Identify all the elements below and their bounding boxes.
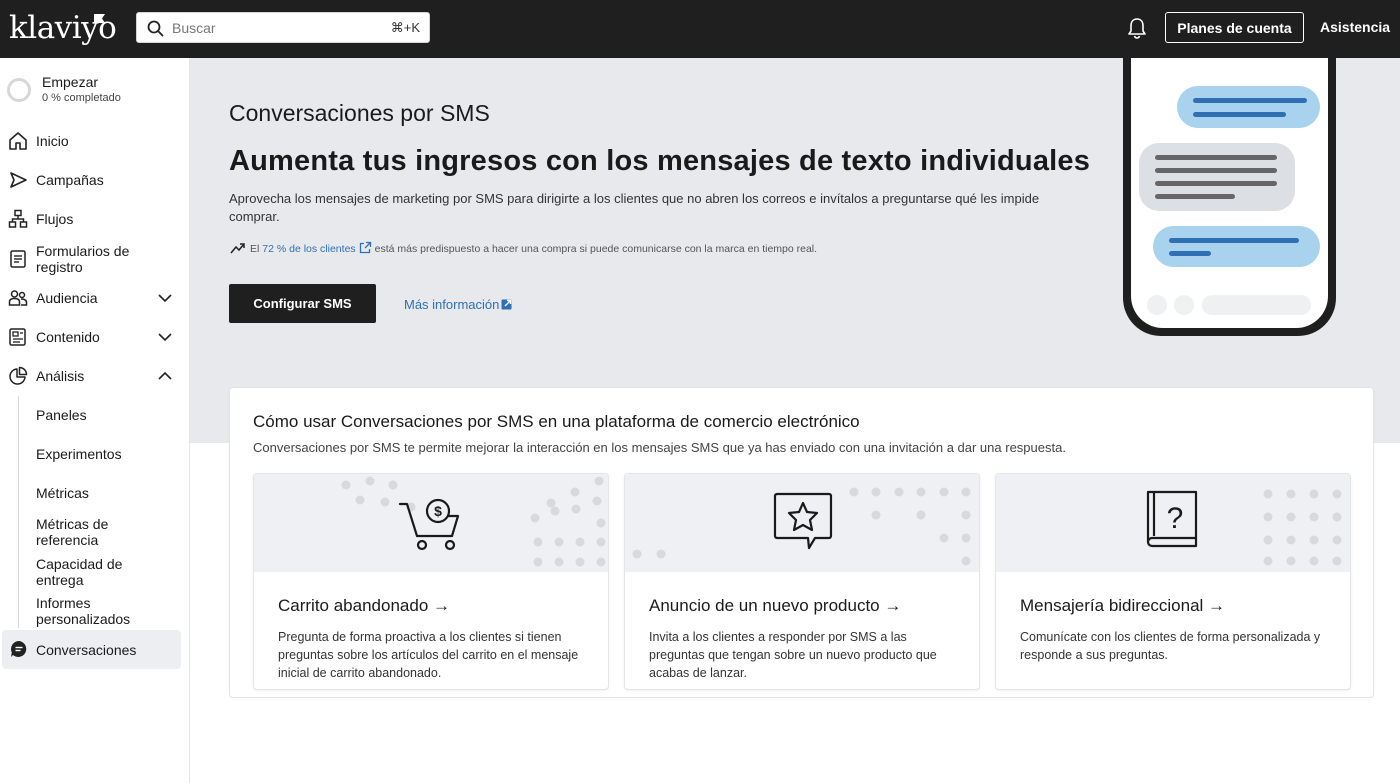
phone-illustration — [1123, 58, 1336, 336]
search-input[interactable] — [172, 13, 382, 42]
sidebar-item-flows[interactable]: Flujos — [0, 200, 190, 236]
sidebar: Empezar 0 % completado Inicio Campañas F… — [0, 58, 190, 783]
stat-prefix: El — [250, 243, 260, 255]
form-icon — [10, 250, 26, 268]
use-case-card-abandoned-cart[interactable]: $ Carrito abandonado → Pregunta de forma… — [253, 473, 609, 690]
home-icon — [9, 132, 27, 150]
sidebar-item-content[interactable]: Contenido — [0, 318, 190, 354]
sidebar-subitem-dashboards[interactable]: Paneles — [0, 396, 190, 432]
page-background — [190, 698, 1400, 783]
external-link-icon — [501, 299, 512, 310]
stat-line: El 72 % de los clientes está más predisp… — [230, 241, 817, 255]
search-shortcut: ⌘+K — [390, 20, 420, 35]
sidebar-item-label: Experimentos — [36, 446, 122, 462]
sidebar-subitem-custom-reports[interactable]: Informes personalizados — [0, 593, 190, 633]
page-title: Conversaciones por SMS — [229, 100, 490, 126]
top-bar: klaviyo ⌘+K Planes de cuenta Asistencia — [0, 0, 1400, 58]
use-case-card-new-product[interactable]: Anuncio de un nuevo producto → Invita a … — [624, 473, 980, 690]
logo-flag-icon — [94, 14, 105, 23]
sidebar-item-label: Métricas de referencia — [36, 516, 109, 548]
svg-text:?: ? — [1167, 502, 1184, 535]
trend-up-icon — [230, 243, 245, 254]
star-message-icon — [773, 492, 833, 550]
chevron-up-icon — [158, 371, 172, 380]
sidebar-item-label: Conversaciones — [36, 642, 137, 658]
help-link[interactable]: Asistencia — [1320, 19, 1390, 35]
dot-pattern: ? — [1146, 489, 1342, 566]
learn-more-link[interactable]: Más información — [404, 297, 513, 312]
card-illustration: $ — [254, 474, 608, 572]
audience-icon — [8, 290, 28, 306]
svg-text:$: $ — [434, 503, 442, 519]
sidebar-item-audience[interactable]: Audiencia — [0, 279, 190, 315]
configure-sms-button[interactable]: Configurar SMS — [229, 284, 376, 323]
bell-icon[interactable] — [1126, 16, 1148, 40]
content-icon — [9, 328, 26, 346]
sidebar-item-analytics[interactable]: Análisis — [0, 357, 190, 393]
stat-suffix: está más predispuesto a hacer una compra… — [374, 243, 818, 255]
section-title: Cómo usar Conversaciones por SMS en una … — [253, 412, 860, 431]
chat-bubble-icon — [10, 641, 27, 657]
card-description: Comunícate con los clientes de forma per… — [1020, 630, 1321, 662]
sidebar-subitem-deliverability[interactable]: Capacidad de entrega — [0, 553, 190, 593]
chevron-down-icon — [158, 333, 172, 342]
sidebar-item-label: Contenido — [36, 329, 100, 345]
learn-more-label: Más información — [404, 297, 500, 312]
use-case-card-two-way-messaging[interactable]: ? Mensajería bidireccional → Comunícate … — [995, 473, 1351, 690]
sidebar-item-label: Formularios de registro — [36, 243, 130, 275]
hero-description: Aprovecha los mensajes de marketing por … — [229, 191, 1040, 224]
card-title[interactable]: Carrito abandonado → — [278, 596, 450, 616]
sidebar-item-label: Informes personalizados — [36, 595, 131, 627]
sidebar-subitem-experiments[interactable]: Experimentos — [0, 435, 190, 471]
sidebar-item-label: Análisis — [36, 368, 85, 384]
search-icon — [147, 20, 164, 37]
sidebar-subitem-metrics[interactable]: Métricas — [0, 474, 190, 510]
progress-ring-icon — [7, 78, 31, 102]
sidebar-item-label: Capacidad de entrega — [36, 556, 123, 588]
sidebar-item-label: Flujos — [36, 211, 74, 227]
card-description: Pregunta de forma proactiva a los client… — [278, 630, 579, 680]
sidebar-item-label: Audiencia — [36, 290, 98, 306]
pie-chart-icon — [9, 366, 28, 385]
sidebar-item-label: Inicio — [36, 133, 69, 149]
card-illustration: ? — [996, 474, 1350, 572]
sidebar-item-label: Métricas — [36, 485, 89, 501]
card-illustration — [625, 474, 979, 572]
send-icon — [10, 172, 27, 188]
getting-started-progress: 0 % completado — [42, 92, 121, 104]
sidebar-item-home[interactable]: Inicio — [0, 122, 190, 158]
account-plans-button[interactable]: Planes de cuenta — [1165, 12, 1304, 43]
card-title[interactable]: Anuncio de un nuevo producto → — [649, 596, 901, 616]
sidebar-item-label: Paneles — [36, 407, 87, 423]
hero-headline: Aumenta tus ingresos con los mensajes de… — [229, 145, 1091, 177]
dot-pattern: $ — [341, 476, 606, 567]
card-title[interactable]: Mensajería bidireccional → — [1020, 596, 1225, 616]
flows-icon — [8, 209, 28, 228]
sidebar-item-label: Campañas — [36, 172, 104, 188]
chevron-down-icon — [158, 294, 172, 303]
search-box[interactable]: ⌘+K — [136, 12, 430, 43]
card-description: Invita a los clientes a responder por SM… — [649, 630, 937, 680]
sidebar-item-conversations[interactable]: Conversaciones — [2, 630, 181, 669]
dot-pattern — [632, 487, 971, 566]
sidebar-item-campaigns[interactable]: Campañas — [0, 161, 190, 197]
sidebar-item-signup-forms[interactable]: Formularios de registro — [0, 239, 190, 279]
section-description: Conversaciones por SMS te permite mejora… — [253, 440, 1066, 455]
external-link-icon[interactable] — [359, 241, 372, 254]
sidebar-subitem-benchmarks[interactable]: Métricas de referencia — [0, 513, 190, 553]
stat-source-link[interactable]: 72 % de los clientes — [262, 243, 355, 255]
cart-dollar-icon — [398, 498, 460, 551]
getting-started-title[interactable]: Empezar — [42, 74, 98, 90]
